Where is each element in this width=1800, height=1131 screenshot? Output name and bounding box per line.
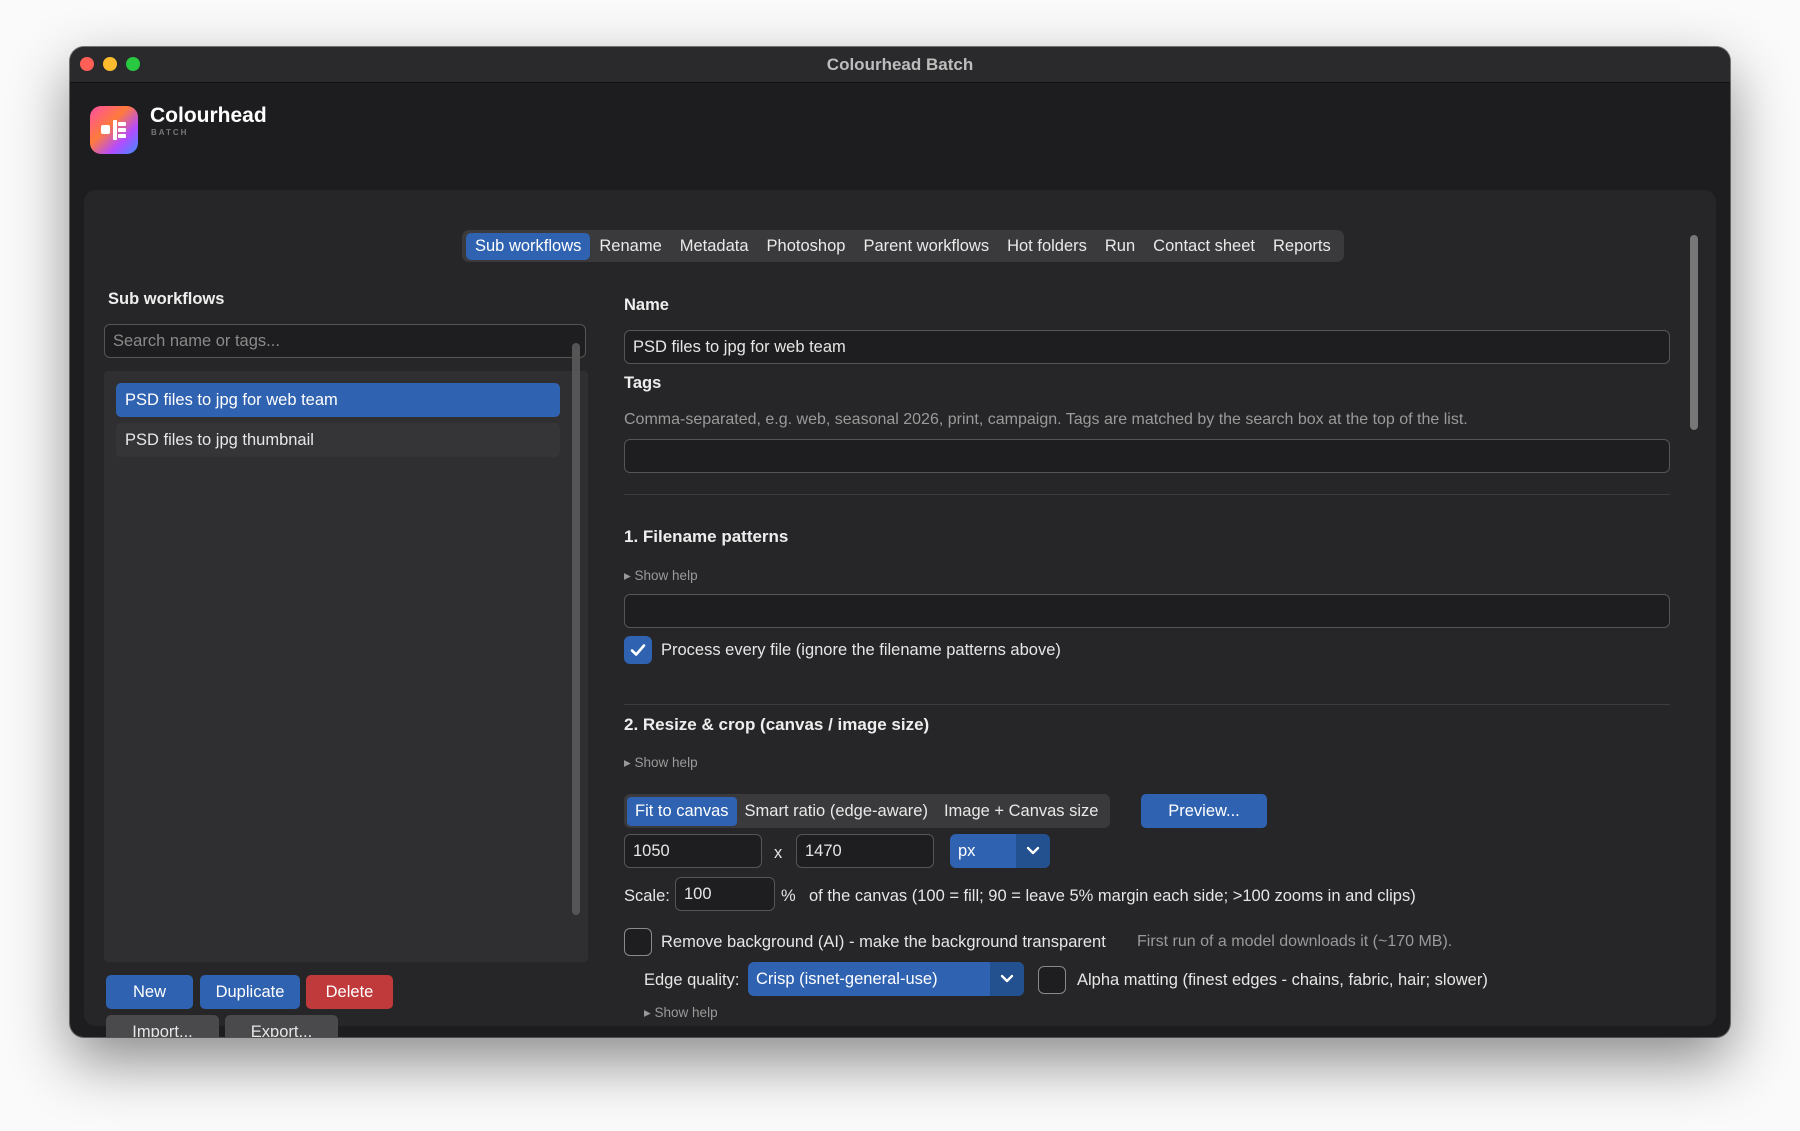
checkmark-icon (630, 644, 646, 656)
tab-hot-folders[interactable]: Hot folders (998, 233, 1096, 260)
remove-background-label: Remove background (AI) - make the backgr… (661, 933, 1106, 951)
export-button[interactable]: Export... (225, 1015, 338, 1037)
show-help-toggle[interactable]: ▸ Show help (624, 568, 698, 584)
new-button[interactable]: New (106, 975, 193, 1009)
divider (624, 704, 1670, 705)
app-window: Colourhead Batch Colourhead BATCH Sub wo… (70, 47, 1730, 1037)
preview-button[interactable]: Preview... (1141, 794, 1267, 828)
import-button[interactable]: Import... (106, 1015, 219, 1037)
title-bar: Colourhead Batch (70, 47, 1730, 83)
delete-button[interactable]: Delete (306, 975, 393, 1009)
show-help-toggle[interactable]: ▸ Show help (624, 755, 698, 771)
resize-mode-selector: Fit to canvas Smart ratio (edge-aware) I… (624, 794, 1110, 828)
alpha-matting-label: Alpha matting (finest edges - chains, fa… (1077, 971, 1488, 989)
workflow-list: PSD files to jpg for web team PSD files … (104, 371, 588, 962)
tags-hint: Comma-separated, e.g. web, seasonal 2026… (624, 411, 1468, 428)
scale-hint: of the canvas (100 = fill; 90 = leave 5%… (809, 887, 1416, 905)
height-input[interactable] (796, 834, 934, 868)
alpha-matting-checkbox[interactable] (1038, 966, 1066, 994)
list-item[interactable]: PSD files to jpg thumbnail (116, 423, 560, 457)
chevron-down-icon (1016, 834, 1050, 868)
unit-dropdown[interactable]: px (950, 834, 1050, 868)
sidebar-title: Sub workflows (108, 290, 225, 308)
filename-patterns-heading: 1. Filename patterns (624, 527, 789, 546)
tags-input[interactable] (624, 439, 1670, 473)
form-scrollbar[interactable] (1690, 235, 1698, 430)
brand-bar (70, 83, 1730, 201)
brand-subtitle: BATCH (151, 128, 189, 137)
remove-background-hint: First run of a model downloads it (~170 … (1137, 933, 1453, 950)
mode-fit-to-canvas[interactable]: Fit to canvas (627, 796, 737, 826)
resize-crop-heading: 2. Resize & crop (canvas / image size) (624, 715, 930, 734)
close-window-button[interactable] (80, 57, 94, 71)
tab-parent-workflows[interactable]: Parent workflows (854, 233, 998, 260)
brand-name: Colourhead (150, 104, 267, 127)
tab-metadata[interactable]: Metadata (671, 233, 758, 260)
percent-sign: % (781, 887, 796, 905)
list-scrollbar[interactable] (572, 343, 580, 915)
tab-run[interactable]: Run (1096, 233, 1144, 260)
edge-quality-value: Crisp (isnet-general-use) (756, 970, 938, 988)
remove-background-checkbox[interactable] (624, 928, 652, 956)
process-every-file-checkbox[interactable] (624, 636, 652, 664)
scale-label: Scale: (624, 887, 670, 905)
mode-image-canvas-size[interactable]: Image + Canvas size (936, 797, 1107, 826)
minimize-window-button[interactable] (103, 57, 117, 71)
duplicate-button[interactable]: Duplicate (200, 975, 300, 1009)
tab-photoshop[interactable]: Photoshop (758, 233, 855, 260)
edge-quality-label: Edge quality: (644, 971, 740, 989)
show-help-toggle[interactable]: ▸ Show help (644, 1005, 718, 1021)
window-title: Colourhead Batch (826, 54, 974, 74)
traffic-lights (80, 57, 140, 71)
times-sign: x (774, 844, 783, 862)
edge-quality-dropdown[interactable]: Crisp (isnet-general-use) (748, 962, 1024, 996)
main-panel: Sub workflows Rename Metadata Photoshop … (84, 190, 1716, 1037)
mode-smart-ratio[interactable]: Smart ratio (edge-aware) (737, 797, 936, 826)
tab-reports[interactable]: Reports (1264, 233, 1340, 260)
tab-sub-workflows[interactable]: Sub workflows (466, 232, 591, 260)
colourhead-logo-icon (90, 106, 138, 154)
process-every-file-label: Process every file (ignore the filename … (661, 641, 1061, 659)
maximize-window-button[interactable] (126, 57, 140, 71)
width-input[interactable] (624, 834, 762, 868)
search-input[interactable] (104, 324, 586, 358)
filename-patterns-input[interactable] (624, 594, 1670, 628)
main-tabs: Sub workflows Rename Metadata Photoshop … (462, 230, 1344, 262)
chevron-down-icon (990, 962, 1024, 996)
scale-input[interactable] (675, 877, 775, 911)
list-item[interactable]: PSD files to jpg for web team (116, 383, 560, 417)
tab-contact-sheet[interactable]: Contact sheet (1144, 233, 1264, 260)
tags-label: Tags (624, 374, 662, 392)
unit-value: px (958, 842, 976, 860)
tab-rename[interactable]: Rename (590, 233, 670, 260)
name-input[interactable] (624, 330, 1670, 364)
name-label: Name (624, 296, 669, 314)
divider (624, 494, 1670, 495)
